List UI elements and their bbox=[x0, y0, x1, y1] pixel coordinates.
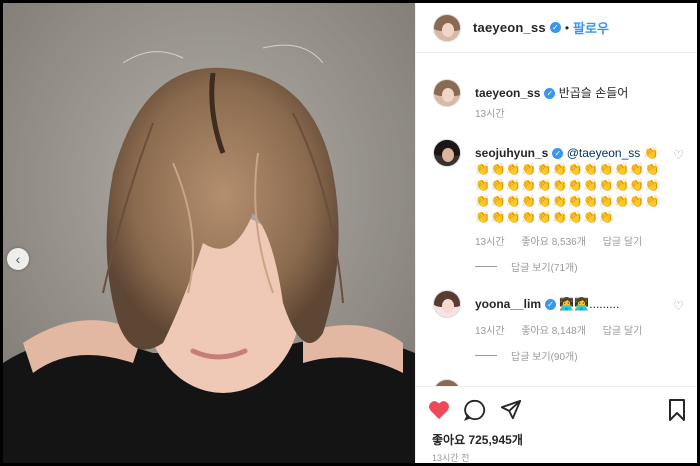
post-photo[interactable]: ‹ bbox=[3, 3, 415, 463]
author-username[interactable]: taeyeon_ss bbox=[473, 20, 546, 35]
caption-time: 13시간 bbox=[475, 109, 505, 120]
view-replies-button[interactable]: 답글 보기(90개) bbox=[475, 348, 578, 363]
bookmark-icon[interactable] bbox=[668, 399, 686, 421]
comment-item: taeyeon_ss30 💜💜💜 bbox=[433, 379, 693, 386]
commenter-avatar[interactable] bbox=[433, 139, 461, 167]
comment-item: yoona__lim ✓ 👩‍💻👩‍💻......... 13시간 좋아요 8,1… bbox=[433, 290, 693, 340]
comment-like-heart-icon[interactable]: ♡ bbox=[673, 148, 684, 162]
caption-text: 반곱슬 손들어 bbox=[558, 86, 629, 100]
author-avatar[interactable] bbox=[433, 79, 461, 107]
verified-badge-icon: ✓ bbox=[544, 88, 556, 99]
comment-emoji: 👩‍💻👩‍💻 bbox=[559, 297, 590, 311]
heart-icon[interactable] bbox=[428, 400, 450, 420]
comment-like-heart-icon[interactable]: ♡ bbox=[673, 299, 684, 313]
comment-suffix: ......... bbox=[589, 297, 620, 311]
reply-button[interactable]: 답글 달기 bbox=[603, 326, 643, 337]
post-header: taeyeon_ss ✓ • 팔로우 bbox=[416, 3, 697, 53]
chevron-left-icon[interactable]: ‹ bbox=[7, 248, 29, 270]
view-replies-button[interactable]: 답글 보기(71개) bbox=[475, 259, 578, 274]
author-avatar[interactable] bbox=[433, 13, 461, 42]
comment-likes[interactable]: 좋아요 8,536개 bbox=[521, 237, 586, 248]
comment-time: 13시간 bbox=[475, 326, 505, 337]
instagram-post-window: ‹ taeyeon_ss ✓ • 팔로우 taeyeon_ss ✓ 반곱슬 손들어… bbox=[3, 3, 697, 463]
comment-username[interactable]: seojuhyun_s bbox=[475, 146, 548, 160]
view-replies-label: 답글 보기(71개) bbox=[511, 263, 578, 274]
comment-likes[interactable]: 좋아요 8,148개 bbox=[521, 326, 586, 337]
caption-username[interactable]: taeyeon_ss bbox=[475, 86, 540, 100]
comment-icon[interactable] bbox=[464, 399, 486, 421]
separator-dot: • bbox=[564, 20, 570, 35]
caption-row: taeyeon_ss ✓ 반곱슬 손들어 13시간 bbox=[433, 79, 693, 123]
comment-username[interactable]: yoona__lim bbox=[475, 297, 541, 311]
comments-list[interactable]: taeyeon_ss ✓ 반곱슬 손들어 13시간 seojuhyun_s ✓ @t… bbox=[416, 54, 697, 386]
follow-button[interactable]: 팔로우 bbox=[573, 18, 609, 37]
verified-badge-icon: ✓ bbox=[549, 22, 561, 33]
post-timestamp: 13시간 전 bbox=[432, 453, 470, 463]
comment-item: seojuhyun_s ✓ @taeyeon_ss 👏👏👏👏👏👏👏👏👏👏👏👏👏👏👏… bbox=[433, 139, 693, 251]
comment-mention[interactable]: @taeyeon_ss bbox=[567, 146, 641, 160]
like-count[interactable]: 좋아요 725,945개 bbox=[432, 431, 523, 448]
comment-time: 13시간 bbox=[475, 237, 505, 248]
view-replies-label: 답글 보기(90개) bbox=[511, 352, 578, 363]
selfie-image bbox=[3, 3, 415, 463]
action-bar: 좋아요 725,945개 13시간 전 bbox=[416, 386, 697, 463]
commenter-avatar[interactable] bbox=[433, 379, 461, 386]
commenter-avatar[interactable] bbox=[433, 290, 461, 318]
post-details-panel: taeyeon_ss ✓ • 팔로우 taeyeon_ss ✓ 반곱슬 손들어 1… bbox=[415, 3, 697, 463]
reply-button[interactable]: 답글 달기 bbox=[603, 237, 643, 248]
verified-badge-icon: ✓ bbox=[552, 148, 564, 159]
verified-badge-icon: ✓ bbox=[545, 299, 557, 310]
share-icon[interactable] bbox=[500, 399, 522, 421]
